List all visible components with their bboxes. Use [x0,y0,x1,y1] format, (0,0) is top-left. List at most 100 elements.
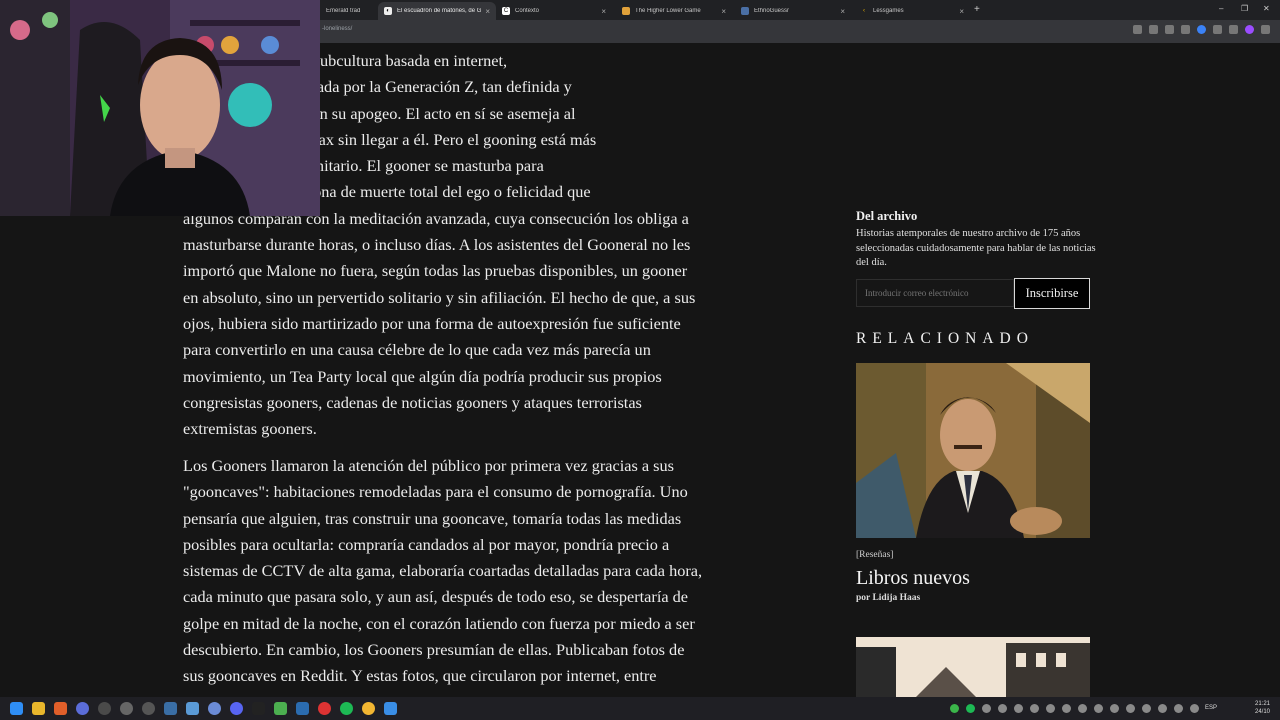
related-thumbnail-image[interactable] [856,637,1090,697]
article-line: sus gooncaves en Reddit. Y estas fotos, … [183,666,657,686]
spotify-icon[interactable] [340,702,353,715]
app-icon[interactable] [208,702,221,715]
tab-ethnoguessr[interactable]: EthnoGuessr × [735,2,851,20]
extension-blue-icon[interactable] [1197,25,1206,34]
tray-icon[interactable] [950,704,959,713]
translate-icon[interactable] [1133,25,1142,34]
archive-title: Del archivo [856,209,918,223]
chevron-favicon-icon: ‹ [863,8,865,14]
star-icon[interactable] [1165,25,1174,34]
app-icon[interactable] [164,702,177,715]
tray-icon[interactable] [1174,704,1183,713]
discord-icon[interactable] [230,702,243,715]
toolbar-icons [1133,25,1270,34]
article-line: masturbarse durante horas, o incluso día… [183,235,691,255]
windows-start-icon[interactable] [10,702,23,715]
tab-label: Lessgames [873,8,904,14]
app-icon[interactable] [296,702,309,715]
tab-higher-lower[interactable]: The Higher Lower Game × [616,2,732,20]
article-line: "gooncaves": habitaciones remodeladas pa… [183,482,688,502]
url-field[interactable]: -loneliness/ [322,26,352,32]
tray-icon[interactable] [1142,704,1151,713]
taskbar: ESP 21:21 24/10 [0,697,1280,720]
close-tab-icon[interactable]: × [721,7,726,16]
new-tab-button[interactable]: + [974,4,980,15]
article-line: sistemas de CCTV de alta gama, elaborarí… [183,561,703,581]
steam-icon[interactable] [186,702,199,715]
article-line: Los Gooners llamaron la atención del púb… [183,456,674,475]
article-line: posibles para ocultarla: compraría canda… [183,534,670,554]
close-window-button[interactable]: ✕ [1263,4,1270,13]
close-tab-icon[interactable]: × [485,7,490,16]
article-line: en absoluto, sino un pervertido solitari… [183,287,696,307]
article-line: para convertirlo en una causa célebre de… [183,340,651,360]
tab-contexto[interactable]: C Contexto × [496,2,612,20]
article-line: cada minuto que pasara solo, y aun así, … [183,587,689,607]
tab-label: EthnoGuessr [754,8,790,14]
archive-description: Historias atemporales de nuestro archivo… [856,228,1096,268]
app-icon[interactable] [120,702,133,715]
tray-icon[interactable] [1094,704,1103,713]
tray-icon[interactable] [1190,704,1199,713]
tray-icon[interactable] [966,704,975,713]
clock[interactable]: 21:21 24/10 [1255,700,1270,716]
related-tag: [Reseñas] [856,550,894,560]
tray-icon[interactable] [982,704,991,713]
email-field[interactable] [856,279,1014,307]
tab-active-article[interactable]: ◐ El escuadrón de matones, de G × [378,2,496,20]
extensions-puzzle-icon[interactable] [1213,25,1222,34]
profile-avatar-icon[interactable] [1245,25,1254,34]
article-paragraph: Los Gooners llamaron la atención del púb… [183,453,793,690]
webcam-overlay [0,0,320,216]
related-portrait-image[interactable] [856,363,1090,538]
close-tab-icon[interactable]: × [959,7,964,16]
search-app-icon[interactable] [54,702,67,715]
related-title-link[interactable]: Libros nuevos [856,567,970,590]
globe-favicon-icon [741,7,749,15]
close-tab-icon[interactable]: × [601,7,606,16]
system-tray [950,704,1199,713]
close-tab-icon[interactable]: × [840,7,845,16]
tray-icon[interactable] [1062,704,1071,713]
app-icon[interactable] [98,702,111,715]
sidebar-icon[interactable] [1229,25,1238,34]
extension-icon[interactable] [1181,25,1190,34]
language-indicator[interactable]: ESP [1205,705,1217,711]
tray-icon[interactable] [1110,704,1119,713]
tray-icon[interactable] [1030,704,1039,713]
tab-lessgames[interactable]: ‹ Lessgames × [854,2,970,20]
article-line: importó que Malone no fuera, según todas… [183,261,688,281]
tab-label: El escuadrón de matones, de G [397,8,482,14]
app-icon[interactable] [142,702,155,715]
chrome-icon[interactable] [362,702,375,715]
tray-icon[interactable] [1126,704,1135,713]
tab-label: Contexto [515,8,540,14]
app-icon[interactable] [274,702,287,715]
clock-time: 21:21 [1255,701,1271,707]
article-line: descubierto. En cambio, los Gooners pres… [183,640,685,660]
article-line: pensaría que alguien, tras construir una… [183,508,682,528]
subscribe-button[interactable]: Inscribirse [1014,278,1090,309]
article-line: extremistas gooners. [183,419,317,439]
maximize-button[interactable]: ❐ [1241,4,1248,13]
clock-date: 24/10 [1255,709,1271,715]
tray-icon[interactable] [1014,704,1023,713]
notepad-icon[interactable] [384,702,397,715]
tiktok-icon[interactable] [252,702,265,715]
article-line: golpe en mitad de la noche, con el coraz… [183,613,695,633]
zoom-icon[interactable] [1149,25,1158,34]
page-favicon-icon: ◐ [384,7,392,15]
menu-icon[interactable] [1261,25,1270,34]
minimize-button[interactable]: – [1219,4,1223,13]
tray-icon[interactable] [1158,704,1167,713]
tray-icon[interactable] [998,704,1007,713]
app-icon[interactable] [318,702,331,715]
tab-label: The Higher Lower Game [635,8,701,14]
tray-icon[interactable] [1078,704,1087,713]
tray-icon[interactable] [1046,704,1055,713]
app-icon[interactable] [76,702,89,715]
file-explorer-icon[interactable] [32,702,45,715]
game-favicon-icon [622,7,630,15]
tab-emerald[interactable]: Emerald trad [320,2,378,20]
tab-label: Emerald trad [326,8,361,14]
